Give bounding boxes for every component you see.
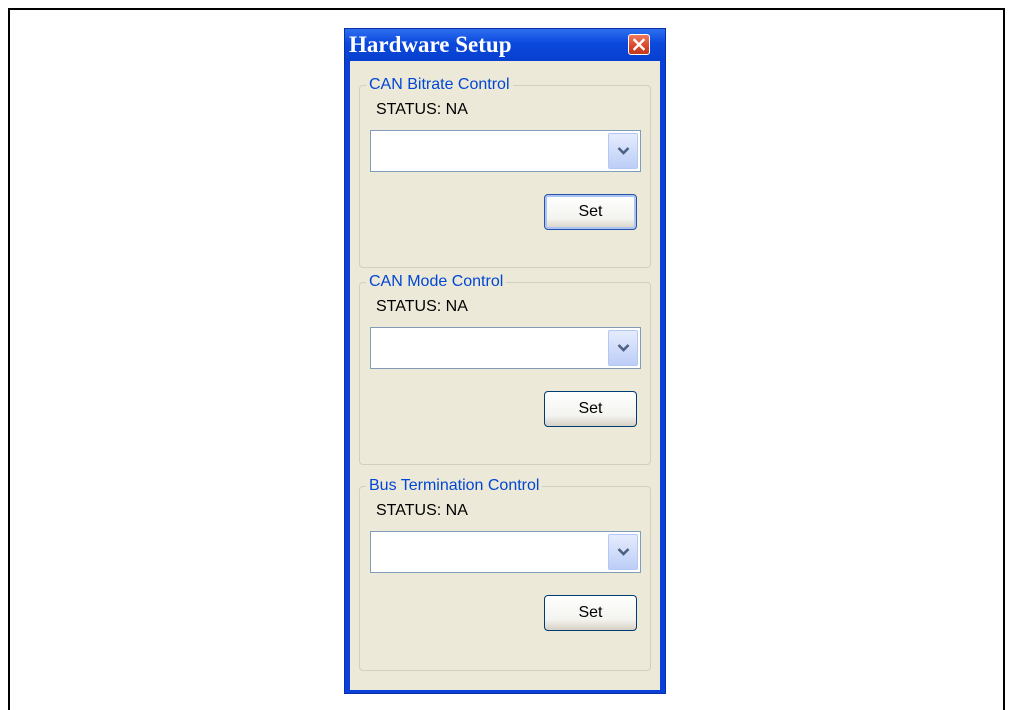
chevron-down-icon [617,147,630,155]
dropdown-button[interactable] [608,133,638,169]
status-label: STATUS: NA [376,101,468,118]
bus-termination-dropdown[interactable] [370,531,641,573]
title-bar[interactable]: Hardware Setup [345,29,665,61]
close-button[interactable] [628,34,650,55]
set-mode-button[interactable]: Set [544,391,637,427]
group-legend: Bus Termination Control [366,476,543,496]
can-mode-control-group: CAN Mode Control STATUS: NA Set [359,272,651,465]
status-label: STATUS: NA [376,502,468,519]
bus-termination-control-group: Bus Termination Control STATUS: NA Set [359,476,651,671]
chevron-down-icon [617,344,630,352]
can-bitrate-control-group: CAN Bitrate Control STATUS: NA Set [359,75,651,268]
dropdown-button[interactable] [608,330,638,366]
window-title: Hardware Setup [349,32,512,57]
status-label: STATUS: NA [376,298,468,315]
hardware-setup-window: Hardware Setup CAN Bitrate Control STATU… [344,28,666,694]
close-icon [633,38,645,51]
dropdown-button[interactable] [608,534,638,570]
chevron-down-icon [617,548,630,556]
can-bitrate-dropdown[interactable] [370,130,641,172]
window-client-area: CAN Bitrate Control STATUS: NA Set CAN M… [350,61,660,690]
group-legend: CAN Mode Control [366,272,507,292]
set-termination-button[interactable]: Set [544,595,637,631]
can-mode-dropdown[interactable] [370,327,641,369]
group-legend: CAN Bitrate Control [366,75,513,95]
set-bitrate-button[interactable]: Set [544,194,637,230]
